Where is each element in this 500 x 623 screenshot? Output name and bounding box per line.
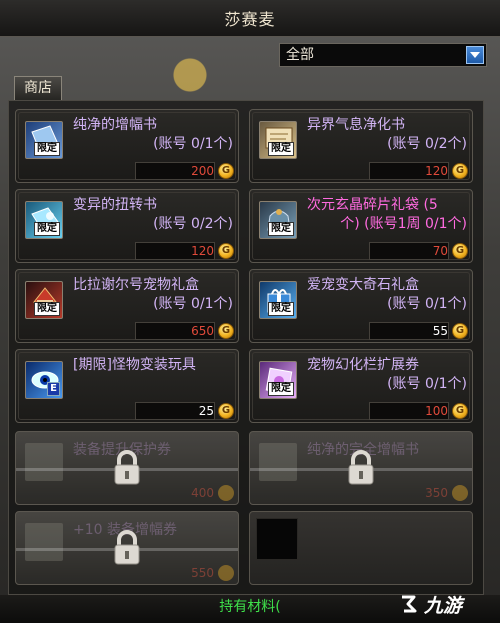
shop-item-card[interactable]: E [期限]怪物变装玩具 25 G <box>15 349 239 423</box>
gold-coin-icon: G <box>452 163 468 179</box>
monster-eye-icon: E <box>25 361 63 399</box>
limited-badge: 限定 <box>268 142 294 156</box>
limited-badge: 限定 <box>34 142 60 156</box>
gold-coin-icon <box>218 565 234 581</box>
e-badge: E <box>47 382 60 396</box>
limited-badge: 限定 <box>268 382 294 396</box>
shop-item-card[interactable]: 限定 异界气息净化书 (账号 0/2个) 120 G <box>249 109 473 183</box>
item-purchase-limit: (账号 0/1个) <box>387 296 467 312</box>
watermark-text: 九游 <box>424 594 463 617</box>
bag-icon: 限定 <box>259 201 297 239</box>
gift-box-icon: 限定 <box>259 281 297 319</box>
locked-item-card: +10 装备增幅券 550 <box>15 511 239 585</box>
shop-item-card[interactable]: 限定 宠物幻化栏扩展券 (账号 0/1个) 100 G <box>249 349 473 423</box>
owned-materials-label: 持有材料( <box>219 599 281 615</box>
item-price: 120 <box>425 164 448 178</box>
item-price: 55 <box>432 324 448 338</box>
locked-item-price: 550 <box>191 566 214 580</box>
empty-icon-slot <box>256 518 298 560</box>
tab-shop-label: 商店 <box>24 80 52 96</box>
limited-badge: 限定 <box>268 302 294 316</box>
limited-badge: 限定 <box>34 222 60 236</box>
shop-item-grid: 限定 纯净的增幅书 (账号 0/1个) 200 G 限定 异界气息净化书 (账号… <box>8 100 484 595</box>
item-name: 纯净的增幅书 <box>73 117 157 133</box>
locked-item-card: 纯净的完全增幅书 350 <box>249 431 473 505</box>
item-name: 异界气息净化书 <box>307 117 405 133</box>
locked-item-price: 400 <box>191 486 214 500</box>
item-price: 650 <box>191 324 214 338</box>
gold-coin-icon: G <box>218 163 234 179</box>
item-price: 100 <box>425 404 448 418</box>
gold-coin-icon: G <box>452 243 468 259</box>
limited-badge: 限定 <box>34 302 60 316</box>
lock-icon <box>114 450 140 485</box>
shop-item-card[interactable]: 限定 比拉谢尔号宠物礼盒 (账号 0/1个) 650 G <box>15 269 239 343</box>
ticket-icon: 限定 <box>259 361 297 399</box>
item-name: 比拉谢尔号宠物礼盒 <box>73 277 199 293</box>
gold-coin-icon: G <box>218 243 234 259</box>
item-price: 70 <box>432 244 448 258</box>
category-filter-value: 全部 <box>286 47 314 63</box>
scroll-icon: 限定 <box>259 121 297 159</box>
gold-coin-icon <box>452 485 468 501</box>
item-purchase-limit: (账号 0/2个) <box>387 136 467 152</box>
item-price: 25 <box>198 404 214 418</box>
item-purchase-limit: (账号 0/1个) <box>153 136 233 152</box>
item-name: 变异的扭转书 <box>73 197 157 213</box>
shop-item-card[interactable]: 限定 爱宠变大奇石礼盒 (账号 0/1个) 55 G <box>249 269 473 343</box>
gold-coin-icon <box>218 485 234 501</box>
shop-item-card[interactable]: 限定 纯净的增幅书 (账号 0/1个) 200 G <box>15 109 239 183</box>
gold-coin-icon: G <box>218 323 234 339</box>
window-title: 莎赛麦 <box>0 0 500 37</box>
item-name: 爱宠变大奇石礼盒 <box>307 277 419 293</box>
window-title-text: 莎赛麦 <box>224 10 276 29</box>
limited-badge: 限定 <box>268 222 294 236</box>
item-icon-placeholder <box>25 443 63 481</box>
item-name: 宠物幻化栏扩展券 <box>307 357 419 373</box>
item-purchase-limit: (账号 0/1个) <box>153 296 233 312</box>
empty-item-slot <box>249 511 473 585</box>
gold-coin-icon: G <box>218 403 234 419</box>
book-icon: 限定 <box>25 201 63 239</box>
category-filter-dropdown[interactable]: 全部 <box>279 43 487 67</box>
item-purchase-limit: (账号 0/2个) <box>153 216 233 232</box>
lock-icon <box>348 450 374 485</box>
gold-coin-icon: G <box>452 403 468 419</box>
shop-item-card[interactable]: 限定 变异的扭转书 (账号 0/2个) 120 G <box>15 189 239 263</box>
locked-item-price: 350 <box>425 486 448 500</box>
item-purchase-limit: 个) (账号1周 0/1个) <box>340 216 467 232</box>
locked-item-card: 装备提升保护券 400 <box>15 431 239 505</box>
item-icon-placeholder <box>25 523 63 561</box>
logo-mark-icon <box>402 595 417 613</box>
pet-box-icon: 限定 <box>25 281 63 319</box>
lock-icon <box>114 530 140 565</box>
item-name: [期限]怪物变装玩具 <box>73 357 196 373</box>
book-icon: 限定 <box>25 121 63 159</box>
item-price: 200 <box>191 164 214 178</box>
site-watermark: 九游 <box>398 591 488 617</box>
gold-coin-icon: G <box>452 323 468 339</box>
tab-shop[interactable]: 商店 <box>14 76 62 100</box>
item-purchase-limit: (账号 0/1个) <box>387 376 467 392</box>
chevron-down-icon[interactable] <box>466 46 484 64</box>
shop-item-card[interactable]: 限定 次元玄晶碎片礼袋 (5 个) (账号1周 0/1个) 70 G <box>249 189 473 263</box>
item-price: 120 <box>191 244 214 258</box>
item-name: 次元玄晶碎片礼袋 (5 <box>307 197 438 213</box>
item-icon-placeholder <box>259 443 297 481</box>
